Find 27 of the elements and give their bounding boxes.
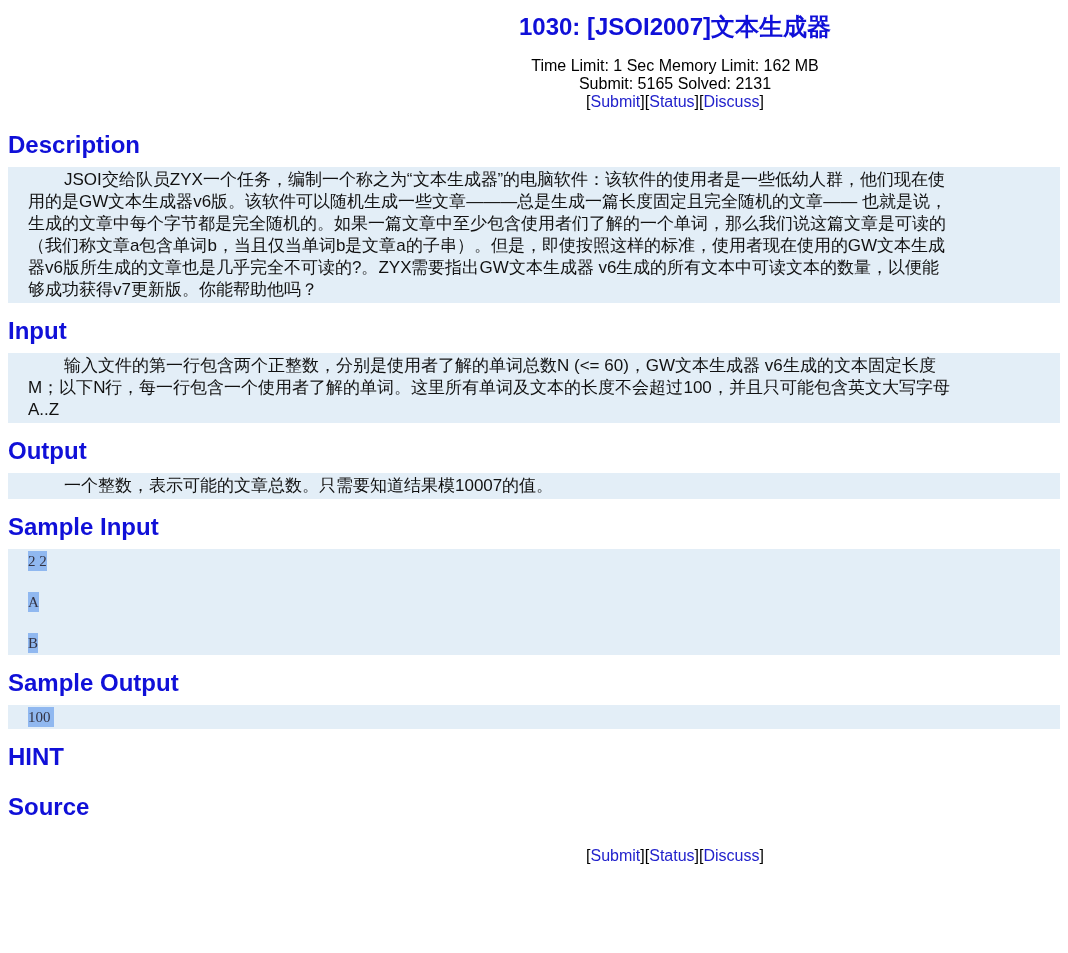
bracket-text: [: [586, 93, 591, 110]
bracket-text: ]: [759, 93, 764, 110]
nav-link[interactable]: Submit: [590, 93, 641, 110]
bracket-text: ]: [759, 847, 764, 864]
section-heading: HINT: [8, 742, 65, 772]
nav-link[interactable]: Status: [649, 847, 695, 864]
nav-link[interactable]: Discuss: [703, 93, 760, 110]
section-heading: Description: [8, 130, 142, 160]
section-paragraph: JSOI交给队员ZYX一个任务，编制一个称之为“文本生成器”的电脑软件：该软件的使用者是一些低幼人群，他们现在使用的是GW文本生成器v6版。该软件可以随机生成一些文章―――总是生成一篇长度固定且完全随机的文章—— 也就是说，生成的文章中每个字节都是完全随机的。如果一篇文章中至少包含使用者们了解的一个单词，那么我们说这篇文章是可读的（我们称文章a包含单词b，当且仅当单词b是文章a的子串）。但是，即使按照这样的标准，使用者现在使用的GW文本生成器v6版所生成的文章也是几乎完全不可读的?。ZYX需要指出GW文本生成器 v6生成的所有文本中可读文本的数量，以便能够成功获得v7更新版。你能帮助他吗？: [28, 169, 948, 301]
section-heading: Output: [8, 436, 88, 466]
limits-text: Time Limit: 1 Sec Memory Limit: 162 MB: [530, 57, 820, 75]
bracket-text: ][: [694, 847, 704, 864]
nav-link[interactable]: Discuss: [703, 847, 760, 864]
bracket-text: ][: [640, 93, 650, 110]
nav-link[interactable]: Submit: [590, 847, 641, 864]
section-heading: Input: [8, 316, 68, 346]
nav-link[interactable]: Status: [649, 93, 695, 110]
bracket-text: ][: [694, 93, 704, 110]
problem-title: 1030: [JSOI2007]文本生成器: [517, 12, 833, 42]
section-heading: Source: [8, 792, 91, 822]
stats-text: Submit: 5165 Solved: 2131: [577, 75, 773, 93]
section-paragraph: 输入文件的第一行包含两个正整数，分别是使用者了解的单词总数N (<= 60)，GW文本生成器 v6生成的文本固定长度M；以下N行，每一行包含一个使用者了解的单词。这里所有单词及文本的长度不会超过100，并且只可能包含英文大写字母A..Z: [28, 355, 951, 421]
bracket-text: ][: [640, 847, 650, 864]
bracket-text: [: [586, 847, 591, 864]
section-paragraph: 一个整数，表示可能的文章总数。只需要知道结果模10007的值。: [63, 475, 555, 497]
section-heading: Sample Input: [8, 512, 160, 542]
section-heading: Sample Output: [8, 668, 180, 698]
